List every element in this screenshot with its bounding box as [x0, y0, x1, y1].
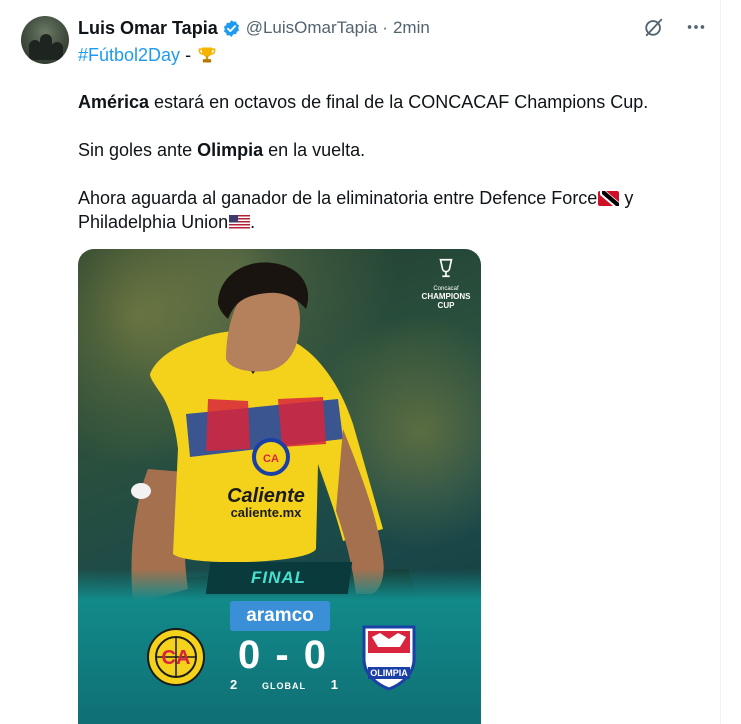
paragraph-text: y: [619, 188, 634, 208]
paragraph-text: .: [250, 212, 256, 232]
jersey-sponsor-text: caliente.mx: [231, 505, 303, 520]
tweet-header: Luis Omar Tapia @LuisOmarTapia · 2min: [78, 16, 430, 40]
paragraph-text: Sin goles ante: [78, 140, 198, 160]
avatar-figure: [51, 42, 63, 60]
paragraph-text: Ahora aguarda al ganador de la eliminato…: [78, 188, 598, 208]
hashtag-link[interactable]: #Fútbol2Day: [78, 43, 180, 67]
cup-icon: [439, 258, 453, 278]
tweet-text: América estará en octavos de final de la…: [78, 90, 698, 258]
us-flag-icon: [229, 212, 251, 230]
team-name: Olimpia: [197, 140, 264, 160]
tweet-timestamp[interactable]: 2min: [393, 18, 430, 38]
trophy-icon: [197, 45, 217, 65]
author-name[interactable]: Luis Omar Tapia: [78, 18, 218, 39]
author-handle[interactable]: @LuisOmarTapia: [246, 18, 378, 38]
author-avatar[interactable]: [21, 16, 69, 64]
america-crest-icon: CA: [147, 628, 205, 686]
svg-text:CA: CA: [263, 453, 279, 465]
trinidad-tobago-flag-icon: [598, 188, 620, 206]
olimpia-crest-icon: OLIMPIA: [362, 625, 416, 691]
header-separator: ·: [382, 18, 388, 37]
final-label: FINAL: [251, 568, 307, 587]
more-icon[interactable]: [685, 16, 707, 38]
paragraph-text: en la vuelta.: [263, 140, 366, 160]
aggregate-label: GLOBAL: [262, 681, 306, 691]
match-score: 0 - 0: [237, 633, 329, 677]
tweet-paragraph: Sin goles ante Olimpia en la vuelta.: [78, 138, 698, 162]
tweet-paragraph: América estará en octavos de final de la…: [78, 90, 698, 114]
svg-text:CA: CA: [162, 647, 191, 669]
logo-line-1: CHAMPIONS: [421, 292, 471, 301]
paragraph-text: estará en octavos de final de la CONCACA…: [149, 92, 649, 112]
aggregate-away: 1: [330, 677, 338, 692]
paragraph-text: Philadelphia Union: [78, 212, 229, 232]
tweet-media-image[interactable]: CA Caliente caliente.mx Concacaf CHAMPIO…: [78, 249, 481, 724]
hashtag-line: #Fútbol2Day -: [78, 43, 217, 67]
aggregate-score: 2 GLOBAL 1: [230, 677, 338, 692]
logo-line-2: CUP: [437, 301, 455, 310]
champions-cup-logo: Concacaf CHAMPIONS CUP: [417, 257, 475, 323]
aggregate-home: 2: [230, 677, 238, 692]
hashtag-suffix: -: [185, 45, 192, 65]
tweet-paragraph: Ahora aguarda al ganador de la eliminato…: [78, 186, 698, 234]
final-badge: FINAL: [205, 562, 353, 594]
sponsor-logo: aramco: [230, 601, 330, 631]
olimpia-crest-text: OLIMPIA: [370, 668, 408, 678]
grok-icon[interactable]: [643, 16, 665, 38]
tweet-actions-top: [643, 16, 707, 38]
team-name: América: [78, 92, 150, 112]
verified-badge-icon[interactable]: [222, 19, 241, 38]
svg-text:Caliente: Caliente: [227, 485, 305, 507]
